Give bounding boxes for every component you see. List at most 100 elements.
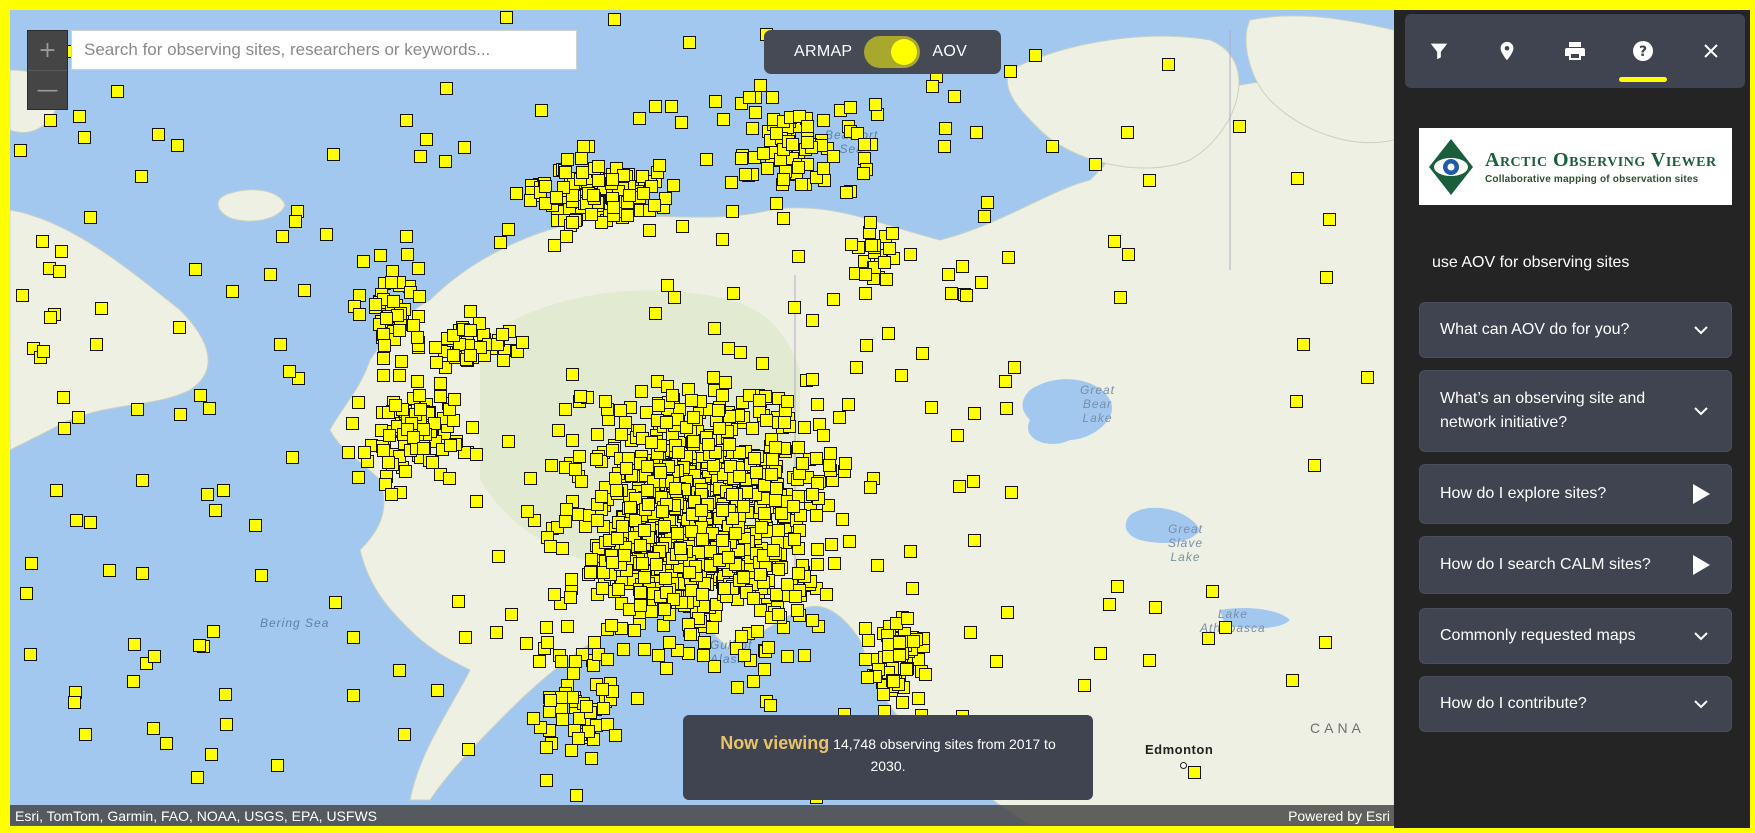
filter-button[interactable] [1405, 14, 1473, 88]
close-panel-button[interactable] [1677, 14, 1745, 88]
observing-site-marker[interactable] [346, 417, 359, 430]
observing-site-marker[interactable] [596, 683, 609, 696]
observing-site-marker[interactable] [789, 590, 802, 603]
observing-site-marker[interactable] [540, 774, 553, 787]
observing-site-marker[interactable] [37, 345, 50, 358]
observing-site-marker[interactable] [1002, 251, 1015, 264]
observing-site-marker[interactable] [683, 566, 696, 579]
observing-site-marker[interactable] [1291, 172, 1304, 185]
help-button[interactable]: ? [1609, 14, 1677, 88]
observing-site-marker[interactable] [1078, 679, 1091, 692]
observing-site-marker[interactable] [772, 608, 785, 621]
observing-site-marker[interactable] [387, 295, 400, 308]
observing-site-marker[interactable] [649, 100, 662, 113]
observing-site-marker[interactable] [577, 140, 590, 153]
observing-site-marker[interactable] [951, 429, 964, 442]
observing-site-marker[interactable] [660, 416, 673, 429]
observing-site-marker[interactable] [440, 82, 453, 95]
observing-site-marker[interactable] [727, 287, 740, 300]
observing-site-marker[interactable] [79, 728, 92, 741]
observing-site-marker[interactable] [541, 636, 554, 649]
observing-site-marker[interactable] [103, 564, 116, 577]
observing-site-marker[interactable] [592, 160, 605, 173]
observing-site-marker[interactable] [798, 649, 811, 662]
observing-site-marker[interactable] [597, 702, 610, 715]
observing-site-marker[interactable] [1149, 601, 1162, 614]
observing-site-marker[interactable] [548, 588, 561, 601]
observing-site-marker[interactable] [535, 104, 548, 117]
observing-site-marker[interactable] [663, 636, 676, 649]
observing-site-marker[interactable] [444, 439, 457, 452]
observing-site-marker[interactable] [1319, 636, 1332, 649]
observing-site-marker[interactable] [524, 472, 537, 485]
observing-site-marker[interactable] [55, 245, 68, 258]
observing-site-marker[interactable] [393, 664, 406, 677]
observing-site-marker[interactable] [1162, 58, 1175, 71]
observing-site-marker[interactable] [1297, 338, 1310, 351]
observing-site-marker[interactable] [1108, 235, 1121, 248]
observing-site-marker[interactable] [906, 582, 919, 595]
observing-site-marker[interactable] [669, 482, 682, 495]
observing-site-marker[interactable] [561, 620, 574, 633]
armap-aov-toggle[interactable] [864, 36, 921, 68]
observing-site-marker[interactable] [777, 212, 790, 225]
observing-site-marker[interactable] [70, 514, 83, 527]
observing-site-marker[interactable] [828, 557, 841, 570]
observing-site-marker[interactable] [731, 681, 744, 694]
observing-site-marker[interactable] [820, 588, 833, 601]
observing-site-marker[interactable] [634, 539, 647, 552]
observing-site-marker[interactable] [766, 453, 779, 466]
observing-site-marker[interactable] [882, 327, 895, 340]
observing-site-marker[interactable] [756, 357, 769, 370]
observing-site-marker[interactable] [964, 626, 977, 639]
observing-site-marker[interactable] [72, 411, 85, 424]
observing-site-marker[interactable] [36, 235, 49, 248]
observing-site-marker[interactable] [95, 302, 108, 315]
observing-site-marker[interactable] [596, 582, 609, 595]
observing-site-marker[interactable] [765, 468, 778, 481]
observing-site-marker[interactable] [556, 542, 569, 555]
observing-site-marker[interactable] [698, 636, 711, 649]
observing-site-marker[interactable] [1143, 174, 1156, 187]
observing-site-marker[interactable] [907, 635, 920, 648]
observing-site-marker[interactable] [687, 411, 700, 424]
observing-site-marker[interactable] [667, 179, 680, 192]
observing-site-marker[interactable] [521, 505, 534, 518]
observing-site-marker[interactable] [585, 752, 598, 765]
faq-what-is-observing-site[interactable]: What’s an observing site and network ini… [1419, 370, 1732, 452]
observing-site-marker[interactable] [956, 260, 969, 273]
observing-site-marker[interactable] [127, 675, 140, 688]
observing-site-marker[interactable] [735, 152, 748, 165]
observing-site-marker[interactable] [953, 480, 966, 493]
observing-site-marker[interactable] [572, 732, 585, 745]
observing-site-marker[interactable] [722, 551, 735, 564]
observing-site-marker[interactable] [447, 349, 460, 362]
observing-site-marker[interactable] [697, 649, 710, 662]
observing-site-marker[interactable] [833, 411, 846, 424]
observing-site-marker[interactable] [916, 347, 929, 360]
observing-site-marker[interactable] [764, 699, 777, 712]
observing-site-marker[interactable] [970, 126, 983, 139]
observing-site-marker[interactable] [628, 624, 641, 637]
observing-site-marker[interactable] [607, 201, 620, 214]
observing-site-marker[interactable] [650, 558, 663, 571]
observing-site-marker[interactable] [585, 208, 598, 221]
observing-site-marker[interactable] [825, 538, 838, 551]
observing-site-marker[interactable] [84, 211, 97, 224]
observing-site-marker[interactable] [652, 649, 665, 662]
observing-site-marker[interactable] [550, 191, 563, 204]
observing-site-marker[interactable] [676, 220, 689, 233]
powered-by-esri[interactable]: Powered by Esri [1288, 808, 1390, 824]
observing-site-marker[interactable] [709, 95, 722, 108]
observing-site-marker[interactable] [666, 389, 679, 402]
observing-site-marker[interactable] [749, 106, 762, 119]
observing-site-marker[interactable] [128, 638, 141, 651]
observing-site-marker[interactable] [610, 484, 623, 497]
observing-site-marker[interactable] [382, 456, 395, 469]
observing-site-marker[interactable] [766, 91, 779, 104]
observing-site-marker[interactable] [601, 653, 614, 666]
observing-site-marker[interactable] [399, 465, 412, 478]
observing-site-marker[interactable] [823, 459, 836, 472]
observing-site-marker[interactable] [683, 36, 696, 49]
observing-site-marker[interactable] [883, 242, 896, 255]
